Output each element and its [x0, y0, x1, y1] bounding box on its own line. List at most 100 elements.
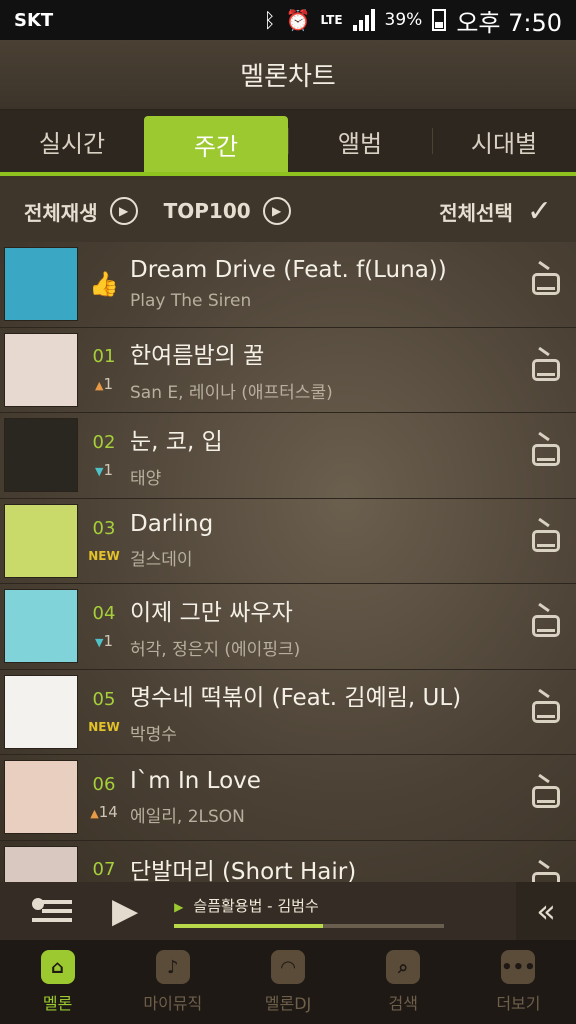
song-row[interactable]: 06 ▲14 I`m In Love 에일리, 2LSON [0, 755, 576, 841]
rank-change-value: 1 [103, 375, 113, 394]
song-row[interactable]: 04 ▼1 이제 그만 싸우자 허각, 정은지 (에이핑크) [0, 584, 576, 670]
top100-label: TOP100 [163, 199, 251, 223]
progress-fill [174, 923, 323, 928]
tv-icon [532, 615, 560, 638]
bottom-nav: ⌂ 멜론 ♪ 마이뮤직 ◠ 멜론DJ ⌕ 검색 ••• 더보기 [0, 940, 576, 1024]
song-row[interactable]: 07 ▲1 단발머리 (Short Hair) AOA [0, 841, 576, 882]
nav-label: 검색 [388, 994, 418, 1013]
check-icon: ✓ [526, 193, 552, 229]
double-chevron-left-icon: « [536, 892, 556, 930]
rank-column: 06 ▲14 [78, 774, 130, 821]
music-video-button[interactable] [516, 273, 576, 296]
nav-label: 마이뮤직 [143, 994, 203, 1013]
music-video-button[interactable] [516, 786, 576, 809]
song-info[interactable]: 이제 그만 싸우자 허각, 정은지 (에이핑크) [130, 593, 516, 660]
rank-column: 07 ▲1 [78, 859, 130, 882]
progress-bar[interactable] [174, 923, 445, 928]
song-title: Dream Drive (Feat. f(Luna)) [130, 257, 447, 284]
song-row[interactable]: 05 NEW 명수네 떡볶이 (Feat. 김예림, UL) 박명수 [0, 670, 576, 755]
tab-album[interactable]: 앨범 [288, 110, 432, 172]
tab-weekly[interactable]: 주간 [144, 116, 288, 172]
play-circle-icon: ▶ [109, 197, 138, 225]
song-info[interactable]: 눈, 코, 입 태양 [130, 422, 516, 489]
song-row[interactable]: 01 ▲1 한여름밤의 꿀 San E, 레이나 (애프터스쿨) [0, 328, 576, 413]
play-all-label: 전체재생 [24, 200, 98, 225]
song-title: 눈, 코, 입 [130, 428, 223, 455]
more-icon: ••• [501, 950, 536, 984]
rank-column: 02 ▼1 [78, 432, 130, 479]
tab-realtime[interactable]: 실시간 [0, 110, 144, 172]
rank-up-icon: ▲ [90, 806, 99, 820]
song-title: 단발머리 (Short Hair) [130, 858, 357, 882]
playlist-icon[interactable] [32, 896, 72, 926]
song-info[interactable]: I`m In Love 에일리, 2LSON [130, 768, 516, 827]
tv-icon [532, 273, 560, 296]
song-list: 👍 Dream Drive (Feat. f(Luna)) Play The S… [0, 242, 576, 882]
nav-item-search[interactable]: ⌕ 검색 [346, 940, 461, 1024]
album-cover[interactable] [4, 589, 78, 664]
rank-column: 05 NEW [78, 689, 130, 734]
play-circle-icon: ▶ [262, 197, 291, 225]
music-video-button[interactable] [516, 444, 576, 467]
battery-icon [432, 9, 447, 31]
tv-icon [532, 529, 560, 552]
song-rank: 01 [92, 346, 116, 368]
song-info[interactable]: Dream Drive (Feat. f(Luna)) Play The Sir… [130, 257, 516, 311]
rank-change-value: 1 [103, 460, 113, 479]
song-title: I`m In Love [130, 767, 261, 794]
nav-item-more[interactable]: ••• 더보기 [461, 940, 576, 1024]
song-info[interactable]: Darling 걸스데이 [130, 511, 516, 570]
clock: 오후 7:50 [456, 8, 562, 37]
song-info[interactable]: 한여름밤의 꿀 San E, 레이나 (애프터스쿨) [130, 336, 516, 403]
play-all-button[interactable]: 전체재생 ▶ [24, 197, 138, 226]
album-cover[interactable] [4, 503, 78, 578]
album-cover[interactable] [4, 674, 78, 749]
album-cover[interactable] [4, 247, 78, 322]
rank-change-value: 14 [98, 802, 118, 821]
song-rank: 04 [92, 602, 116, 624]
melon-home-icon: ⌂ [40, 950, 75, 984]
battery-percent: 39% [384, 10, 423, 30]
song-row[interactable]: 👍 Dream Drive (Feat. f(Luna)) Play The S… [0, 242, 576, 328]
select-all-button[interactable]: 전체선택 ✓ [439, 194, 552, 229]
song-info[interactable]: 단발머리 (Short Hair) AOA [130, 852, 516, 882]
nav-item-melon-home[interactable]: ⌂ 멜론 [0, 940, 115, 1024]
select-all-label: 전체선택 [439, 200, 513, 225]
play-button[interactable]: ▶ [112, 891, 138, 931]
song-info[interactable]: 명수네 떡볶이 (Feat. 김예림, UL) 박명수 [130, 678, 516, 745]
album-cover[interactable] [4, 332, 78, 407]
music-video-button[interactable] [516, 615, 576, 638]
album-cover[interactable] [4, 418, 78, 493]
rank-column: 03 NEW [78, 518, 130, 563]
thumbs-up-icon: 👍 [89, 270, 119, 299]
headphones-icon: ◠ [271, 950, 305, 984]
top100-button[interactable]: TOP100 ▶ [164, 197, 291, 225]
now-playing[interactable]: ▶ 슬픔활용법 - 김범수 [174, 895, 445, 928]
song-rank: 03 [92, 518, 116, 540]
rank-change: ▼1 [78, 461, 130, 479]
new-badge: NEW [88, 720, 120, 735]
music-video-button[interactable] [516, 700, 576, 723]
now-playing-title: 슬픔활용법 - 김범수 [193, 896, 319, 915]
song-artist: 걸스데이 [130, 550, 193, 571]
page-title: 멜론차트 [0, 40, 576, 110]
my-music-icon: ♪ [155, 950, 190, 984]
nav-item-headphones[interactable]: ◠ 멜론DJ [230, 940, 345, 1024]
tv-icon [532, 786, 560, 809]
nav-label: 멜론DJ [264, 994, 312, 1013]
song-row[interactable]: 03 NEW Darling 걸스데이 [0, 499, 576, 584]
song-title: 명수네 떡볶이 (Feat. 김예림, UL) [130, 685, 462, 712]
collapse-player-button[interactable]: « [516, 882, 576, 940]
music-video-button[interactable] [516, 529, 576, 552]
album-cover[interactable] [4, 760, 78, 835]
chart-tabs: 실시간 주간 앨범 시대별 [0, 110, 576, 176]
tv-icon [532, 444, 560, 467]
nav-item-my-music[interactable]: ♪ 마이뮤직 [115, 940, 230, 1024]
song-row[interactable]: 02 ▼1 눈, 코, 입 태양 [0, 413, 576, 499]
carrier-label: SKT [14, 9, 54, 31]
tab-era[interactable]: 시대별 [432, 110, 576, 172]
album-cover[interactable] [4, 845, 78, 882]
nav-label: 더보기 [496, 994, 541, 1013]
music-video-button[interactable] [516, 358, 576, 381]
music-video-button[interactable] [516, 871, 576, 882]
